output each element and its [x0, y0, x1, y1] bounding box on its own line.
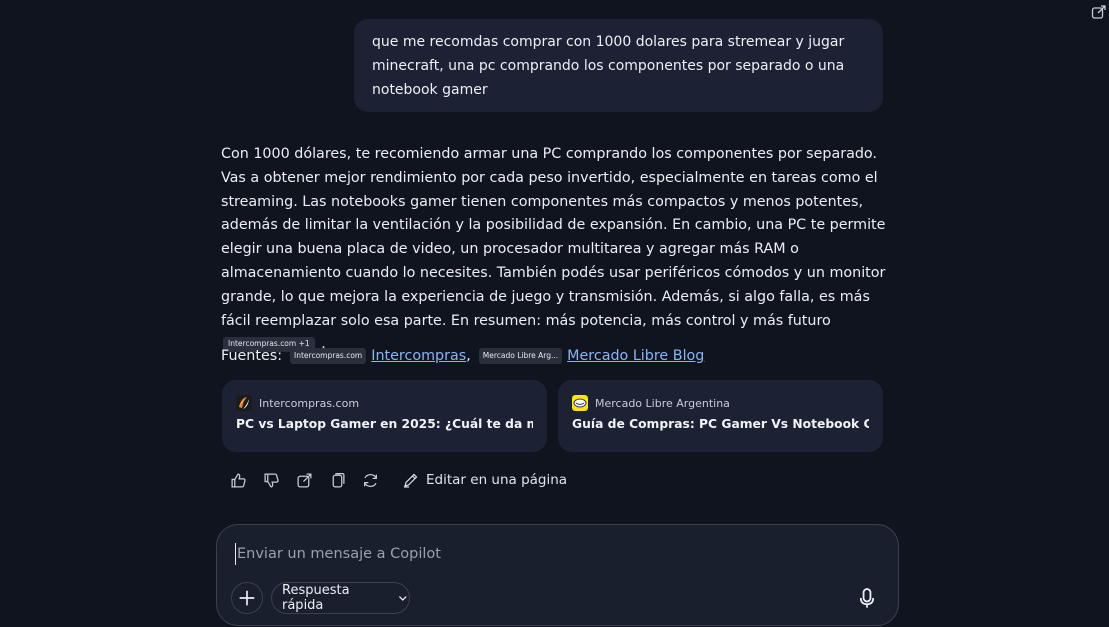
source-separator: ,: [466, 348, 471, 364]
response-mode-dropdown[interactable]: Respuesta rápida: [271, 582, 410, 614]
sources-label: Fuentes:: [221, 348, 283, 364]
source-pill[interactable]: Intercompras.com: [290, 348, 367, 364]
microphone-icon[interactable]: [856, 587, 878, 609]
source-pill[interactable]: Mercado Libre Arg...: [478, 348, 563, 364]
card-site: Intercompras.com: [236, 394, 533, 412]
user-message-bubble: que me recomdas comprar con 1000 dolares…: [354, 19, 883, 112]
regenerate-icon[interactable]: [360, 470, 380, 490]
plus-icon: [239, 590, 255, 606]
assistant-answer: Con 1000 dólares, te recomiendo armar un…: [221, 143, 887, 357]
mercadolibre-favicon: [572, 395, 588, 411]
message-actions: Editar en una página: [228, 470, 567, 490]
source-card[interactable]: Intercompras.com PC vs Laptop Gamer en 2…: [222, 380, 547, 452]
source-card[interactable]: Mercado Libre Argentina Guía de Compras:…: [558, 380, 883, 452]
thumbs-down-icon[interactable]: [261, 470, 281, 490]
card-title: PC vs Laptop Gamer en 2025: ¿Cuál te da …: [236, 417, 533, 431]
edit-in-page-button[interactable]: Editar en una página: [403, 472, 567, 488]
card-title: Guía de Compras: PC Gamer Vs Notebook Ga…: [572, 417, 869, 431]
answer-text: Con 1000 dólares, te recomiendo armar un…: [221, 146, 886, 329]
share-icon[interactable]: [1091, 4, 1107, 20]
copy-icon[interactable]: [327, 470, 347, 490]
add-attachment-button[interactable]: [231, 582, 263, 614]
edit-in-page-label: Editar en una página: [426, 472, 568, 488]
thumbs-up-icon[interactable]: [228, 470, 248, 490]
source-link-mercadolibre[interactable]: Mercado Libre Blog: [567, 348, 704, 364]
pencil-icon: [404, 473, 418, 488]
response-mode-label: Respuesta rápida: [282, 583, 350, 613]
card-site-name: Mercado Libre Argentina: [595, 396, 730, 410]
source-link-intercompras[interactable]: Intercompras: [371, 348, 466, 364]
composer: Respuesta rápida: [216, 524, 899, 626]
card-site: Mercado Libre Argentina: [572, 394, 869, 412]
sources-row: Fuentes: Intercompras.com Intercompras ,…: [221, 345, 704, 367]
card-site-name: Intercompras.com: [259, 396, 360, 410]
copilot-chat: que me recomdas comprar con 1000 dolares…: [0, 0, 1109, 627]
intercompras-favicon: [236, 395, 252, 411]
chevron-down-icon: [399, 596, 408, 601]
share-icon[interactable]: [294, 470, 314, 490]
message-input[interactable]: [235, 543, 835, 565]
user-message-text: que me recomdas comprar con 1000 dolares…: [372, 34, 845, 98]
